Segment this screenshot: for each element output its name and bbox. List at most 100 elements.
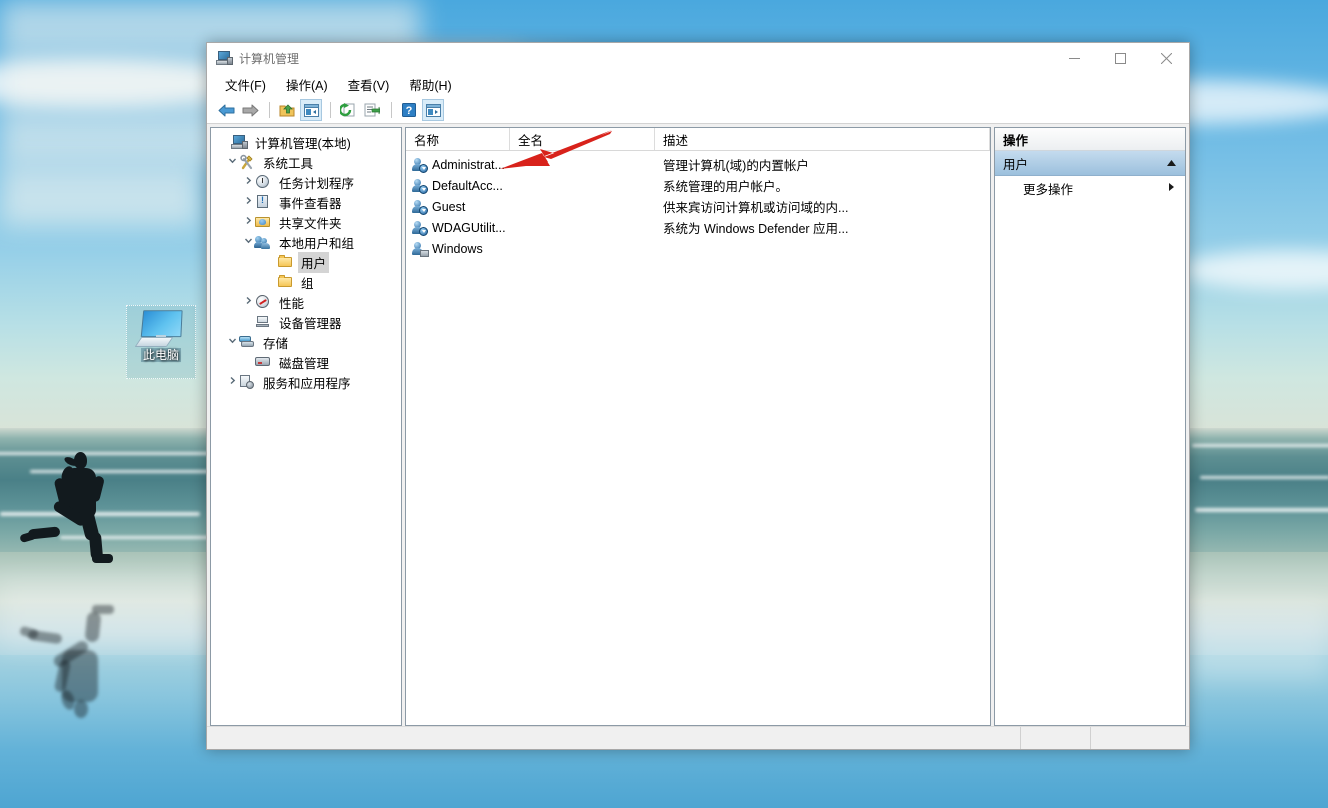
- user-description-cell: 管理计算机(域)的内置帐户: [663, 159, 809, 173]
- tree-node-services-and-applications[interactable]: 服务和应用程序: [211, 372, 401, 392]
- performance-icon: [255, 294, 271, 310]
- device-manager-icon: [255, 314, 271, 330]
- folder-icon: [277, 254, 293, 270]
- refresh-icon[interactable]: [337, 99, 359, 121]
- table-row[interactable]: WDAGUtilit... 系统为 Windows Defender 应用...: [406, 217, 990, 238]
- export-list-icon[interactable]: [361, 99, 383, 121]
- tree-node-label: 共享文件夹: [279, 216, 342, 231]
- console-tree: 计算机管理(本地) 系统工具 任务计划程序 ! 事件查看器 共享文件夹 本地用户…: [211, 128, 401, 392]
- computer-management-window: 计算机管理 文件(F) 操作(A) 查看(V) 帮助(H) ? 计算机管理(本地…: [206, 42, 1190, 750]
- window-titlebar[interactable]: 计算机管理: [207, 43, 1189, 73]
- disk-management-icon: [255, 354, 271, 370]
- this-pc-desktop-icon[interactable]: 此电脑: [126, 305, 196, 379]
- column-header-name[interactable]: 名称: [406, 128, 510, 150]
- tree-node-system-tools[interactable]: 系统工具: [211, 152, 401, 172]
- show-action-pane-icon[interactable]: [422, 99, 444, 121]
- show-hide-tree-icon[interactable]: [300, 99, 322, 121]
- tree-node-performance[interactable]: 性能: [211, 292, 401, 312]
- tree-node-label: 本地用户和组: [279, 236, 355, 251]
- chevron-down-icon[interactable]: [225, 156, 239, 168]
- user-name-label: DefaultAcc...: [432, 178, 503, 193]
- menu-file[interactable]: 文件(F): [215, 72, 276, 98]
- tree-node-label: 组: [301, 276, 314, 291]
- menu-view[interactable]: 查看(V): [338, 72, 400, 98]
- folder-icon: [277, 274, 293, 290]
- tree-node-task-scheduler[interactable]: 任务计划程序: [211, 172, 401, 192]
- user-description-cell: 系统为 Windows Defender 应用...: [663, 222, 849, 236]
- tree-node-users[interactable]: 用户: [211, 251, 401, 273]
- tree-node-label: 存储: [263, 336, 289, 351]
- action-item-label: 更多操作: [1023, 182, 1074, 197]
- chevron-right-icon[interactable]: [241, 216, 255, 228]
- chevron-right-icon[interactable]: [241, 176, 255, 188]
- table-row[interactable]: Administrat... 管理计算机(域)的内置帐户: [406, 154, 990, 175]
- user-disabled-icon: [412, 157, 428, 173]
- user-name-label: Administrat...: [432, 157, 505, 172]
- user-name-cell: Guest: [406, 199, 510, 215]
- tree-node-computer-management[interactable]: 计算机管理(本地): [211, 132, 401, 152]
- svg-text:?: ?: [406, 105, 413, 117]
- mmc-console-icon: [216, 50, 233, 66]
- computer-management-icon: [231, 134, 248, 150]
- wave: [1200, 476, 1328, 479]
- window-title: 计算机管理: [239, 51, 300, 66]
- minimize-button[interactable]: [1051, 43, 1097, 73]
- this-pc-icon-label: 此电脑: [140, 348, 181, 362]
- user-name-cell: WDAGUtilit...: [406, 220, 510, 236]
- user-name-label: Guest: [432, 199, 466, 214]
- list-column-headers: 名称 全名 描述: [406, 128, 990, 151]
- sand-sheen: [1190, 600, 1328, 680]
- event-viewer-icon: [255, 194, 271, 210]
- tree-node-disk-management[interactable]: 磁盘管理: [211, 352, 401, 372]
- task-scheduler-icon: [255, 174, 271, 190]
- menu-action[interactable]: 操作(A): [276, 72, 338, 98]
- action-item-more-actions[interactable]: 更多操作: [995, 176, 1185, 200]
- tree-node-event-viewer[interactable]: 事件查看器: [211, 192, 401, 212]
- users-list-pane: 名称 全名 描述 Administrat... 管理计算机(域)的内置帐户 De…: [405, 127, 991, 726]
- monitor-icon: [134, 310, 184, 347]
- wave: [1195, 508, 1328, 512]
- chevron-down-icon[interactable]: [241, 236, 255, 248]
- user-name-label: WDAGUtilit...: [432, 220, 506, 235]
- column-header-description[interactable]: 描述: [655, 128, 990, 150]
- column-header-full-name[interactable]: 全名: [510, 128, 655, 150]
- tree-node-label: 系统工具: [263, 156, 314, 171]
- tree-node-label: 事件查看器: [279, 196, 342, 211]
- menu-bar: 文件(F) 操作(A) 查看(V) 帮助(H): [207, 73, 1189, 97]
- services-apps-icon: [239, 374, 255, 390]
- wave: [0, 512, 200, 516]
- tree-node-storage[interactable]: 存储: [211, 332, 401, 352]
- back-icon[interactable]: [215, 99, 237, 121]
- actions-group-users[interactable]: 用户: [995, 151, 1185, 176]
- users-list-body: Administrat... 管理计算机(域)的内置帐户 DefaultAcc.…: [406, 151, 990, 725]
- chevron-right-icon[interactable]: [225, 376, 239, 388]
- table-row[interactable]: Windows: [406, 238, 990, 259]
- user-disabled-icon: [412, 220, 428, 236]
- menu-help[interactable]: 帮助(H): [399, 72, 461, 98]
- up-folder-icon[interactable]: [276, 99, 298, 121]
- local-users-groups-icon: [254, 234, 271, 250]
- chevron-up-icon[interactable]: [1166, 156, 1177, 170]
- user-name-cell: Windows: [406, 241, 510, 257]
- runner-reflection: [74, 700, 88, 718]
- chevron-right-icon: [1168, 182, 1175, 194]
- maximize-button[interactable]: [1097, 43, 1143, 73]
- user-name-cell: Administrat...: [406, 157, 510, 173]
- user-description-cell: 系统管理的用户帐户。: [663, 180, 789, 194]
- chevron-down-icon[interactable]: [225, 336, 239, 348]
- user-name-cell: DefaultAcc...: [406, 178, 510, 194]
- tree-node-label: 磁盘管理: [279, 356, 330, 371]
- help-icon[interactable]: ?: [398, 99, 420, 121]
- chevron-right-icon[interactable]: [241, 196, 255, 208]
- table-row[interactable]: Guest 供来宾访问计算机或访问域的内...: [406, 196, 990, 217]
- close-button[interactable]: [1143, 43, 1189, 73]
- tree-node-device-manager[interactable]: 设备管理器: [211, 312, 401, 332]
- table-row[interactable]: DefaultAcc... 系统管理的用户帐户。: [406, 175, 990, 196]
- forward-icon[interactable]: [239, 99, 261, 121]
- tree-node-local-users-and-groups[interactable]: 本地用户和组: [211, 232, 401, 252]
- toolbar-separator: [330, 102, 331, 118]
- status-cell-1: [207, 727, 1021, 749]
- chevron-right-icon[interactable]: [241, 296, 255, 308]
- tree-node-shared-folders[interactable]: 共享文件夹: [211, 212, 401, 232]
- tree-node-groups[interactable]: 组: [211, 272, 401, 292]
